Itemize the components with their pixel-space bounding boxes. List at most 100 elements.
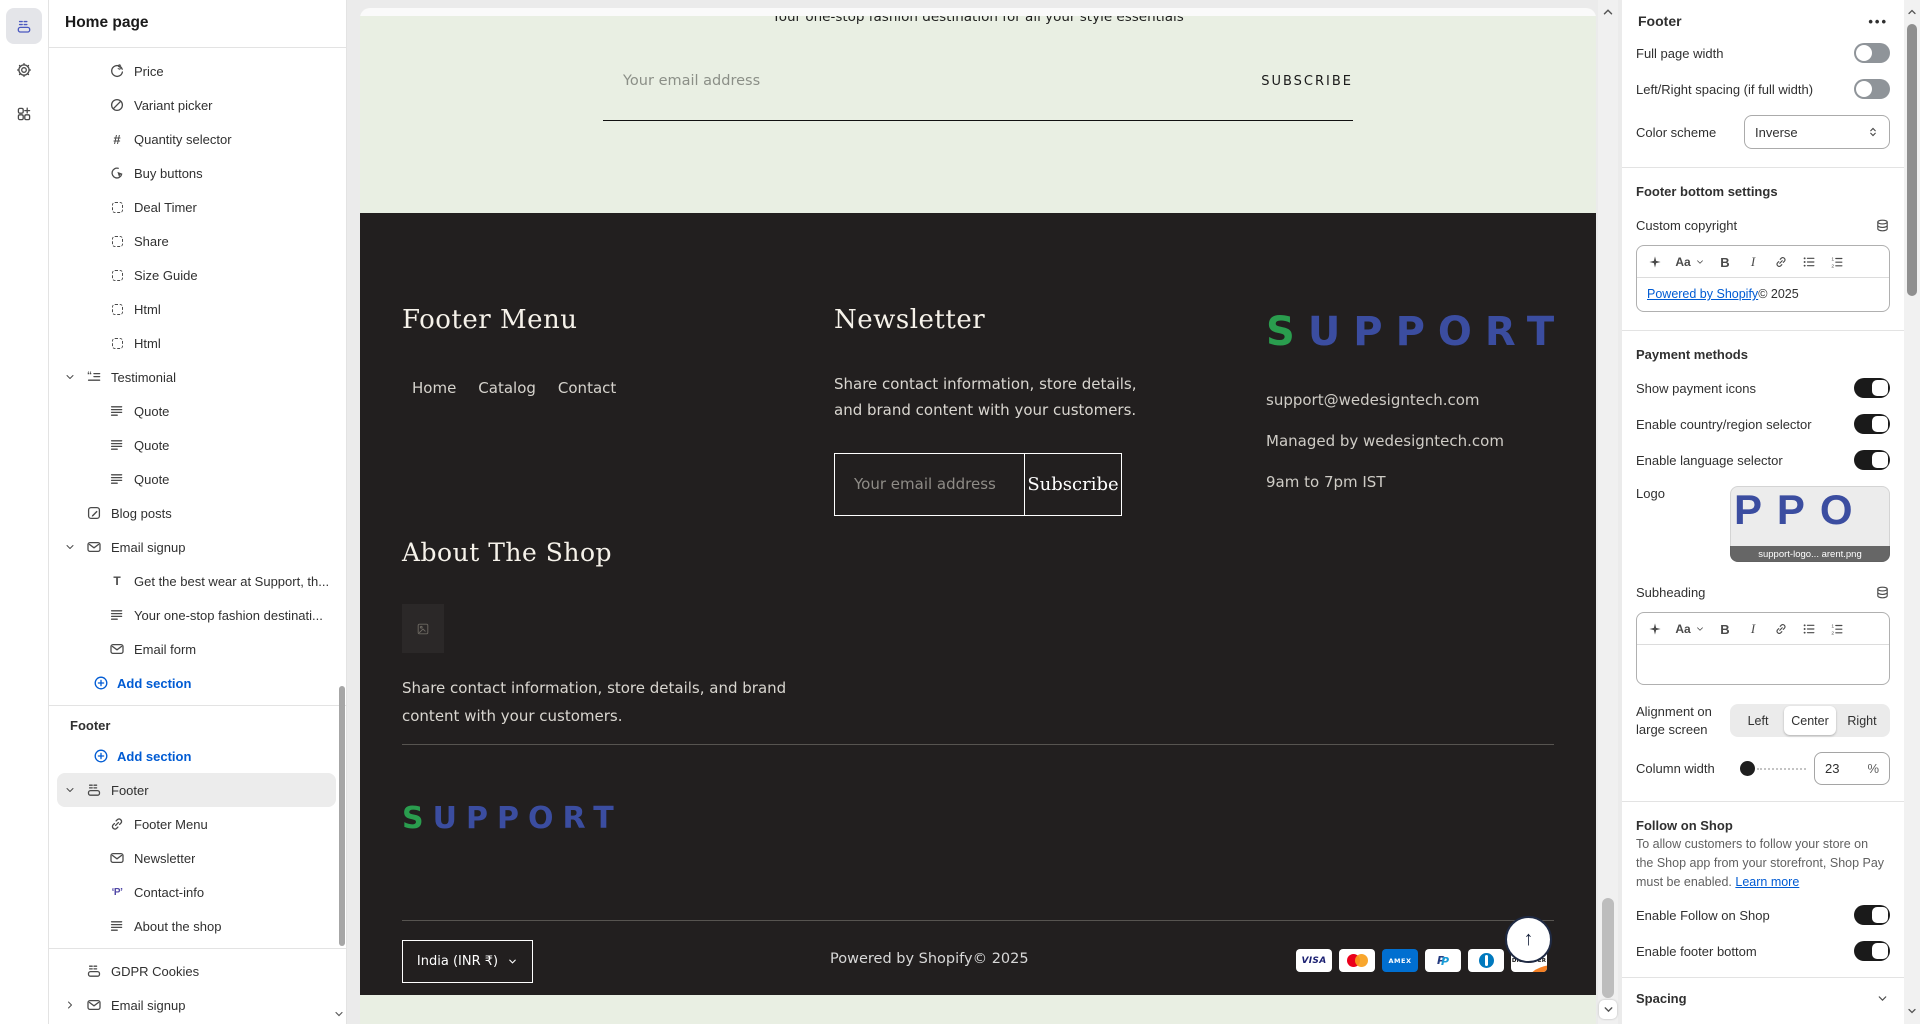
dynamic-source-icon[interactable]	[1874, 584, 1890, 600]
language-selector-toggle[interactable]	[1854, 450, 1890, 470]
sidebar-item-blog-posts[interactable]: Blog posts	[49, 496, 346, 530]
sections-sidebar: Home page $PriceVariant picker#Quantity …	[49, 0, 347, 1024]
sidebar-item-deal-timer[interactable]: Deal Timer	[49, 190, 346, 224]
numbered-list-icon[interactable]: 12	[1829, 254, 1845, 270]
newsletter-subscribe-button[interactable]: Subscribe	[1024, 454, 1121, 515]
text-style-icon[interactable]: Aa	[1675, 254, 1691, 270]
color-scheme-select[interactable]: Inverse	[1744, 115, 1890, 149]
richtext-toolbar: Aa BI 12	[1637, 246, 1889, 277]
custom-copyright-label: Custom copyright	[1636, 218, 1737, 233]
window-scrollbar[interactable]	[1904, 0, 1920, 1024]
sidebar-item-variant-picker[interactable]: Variant picker	[49, 88, 346, 122]
alignment-option-right[interactable]: Right	[1836, 706, 1888, 735]
full-page-width-toggle[interactable]	[1854, 43, 1890, 63]
chevron-small-icon[interactable]	[1695, 254, 1705, 270]
scroll-to-top-button[interactable]: ↑	[1505, 916, 1552, 963]
window-scrollbar-thumb[interactable]	[1907, 24, 1917, 296]
signup-email-input[interactable]	[603, 73, 1023, 89]
column-width-input[interactable]: 23%	[1814, 752, 1890, 785]
magic-icon[interactable]	[1647, 621, 1663, 637]
chevron-small-icon[interactable]	[1695, 621, 1705, 637]
window-scroll-down-icon[interactable]	[1906, 1004, 1918, 1022]
sidebar-item-get-the-best-wear-at-support-th[interactable]: TGet the best wear at Support, th...	[49, 564, 346, 598]
subheading-content[interactable]	[1637, 644, 1889, 684]
newsletter-email-input[interactable]	[835, 454, 1024, 515]
country-selector-toggle[interactable]	[1854, 414, 1890, 434]
sidebar-item-quantity-selector[interactable]: #Quantity selector	[49, 122, 346, 156]
sidebar-item-contact-info[interactable]: ‘P’Contact-info	[49, 875, 346, 909]
alignment-option-center[interactable]: Center	[1784, 706, 1836, 735]
sidebar-item-share[interactable]: Share	[49, 224, 346, 258]
sidebar-item-price[interactable]: $Price	[49, 54, 346, 88]
theme-settings-rail-button[interactable]	[6, 52, 42, 88]
italic-icon[interactable]: I	[1745, 254, 1761, 270]
bullet-list-icon[interactable]	[1801, 621, 1817, 637]
sidebar-item-email-signup[interactable]: Email signup	[49, 988, 346, 1022]
sidebar-item-buy-buttons[interactable]: Buy buttons	[49, 156, 346, 190]
powered-by-shopify-link[interactable]: Powered by Shopify	[1647, 287, 1758, 301]
bold-icon[interactable]: B	[1717, 254, 1733, 270]
subscribe-button[interactable]: SUBSCRIBE	[1261, 74, 1353, 89]
powered-by-text: Powered by Shopify© 2025	[830, 951, 1029, 967]
chevron-down-icon[interactable]	[62, 539, 78, 555]
bold-icon[interactable]: B	[1717, 621, 1733, 637]
preview-scrollbar[interactable]	[1598, 0, 1618, 1024]
sections-rail-button[interactable]	[6, 8, 42, 44]
text-style-icon[interactable]: Aa	[1675, 621, 1691, 637]
sidebar-item-newsletter[interactable]: Newsletter	[49, 841, 346, 875]
sidebar-item-testimonial[interactable]: “Testimonial	[49, 360, 346, 394]
add-section-button[interactable]: Add section	[49, 739, 346, 773]
bullet-list-icon[interactable]	[1801, 254, 1817, 270]
dynamic-source-icon[interactable]	[1874, 217, 1890, 233]
enable-follow-toggle[interactable]	[1854, 905, 1890, 925]
sidebar-item-about-the-shop[interactable]: About the shop	[49, 909, 346, 943]
link-tool-icon[interactable]	[1773, 621, 1789, 637]
alignment-option-left[interactable]: Left	[1732, 706, 1784, 735]
chevron-down-icon[interactable]	[62, 369, 78, 385]
numbered-list-icon[interactable]: 12	[1829, 621, 1845, 637]
sidebar-item-quote[interactable]: Quote	[49, 462, 346, 496]
logo-thumbnail[interactable]: P P O support-logo... arent.png	[1730, 486, 1890, 562]
sidebar-item-footer[interactable]: Footer	[57, 773, 336, 807]
sidebar-item-html[interactable]: Html	[49, 326, 346, 360]
enable-footer-bottom-toggle[interactable]	[1854, 941, 1890, 961]
footer-link-contact[interactable]: Contact	[558, 379, 616, 397]
app-embeds-rail-button[interactable]	[6, 96, 42, 132]
add-section-button[interactable]: Add section	[49, 666, 346, 700]
sidebar-item-footer-menu[interactable]: Footer Menu	[49, 807, 346, 841]
footer-link-catalog[interactable]: Catalog	[478, 379, 536, 397]
column-width-slider[interactable]	[1740, 761, 1806, 776]
sidebar-item-size-guide[interactable]: Size Guide	[49, 258, 346, 292]
sidebar-item-html[interactable]: Html	[49, 292, 346, 326]
country-selector[interactable]: India (INR ₹)	[402, 940, 533, 983]
sidebar-item-gdpr-cookies[interactable]: GDPR Cookies	[49, 954, 346, 988]
preview-scroll-down-icon[interactable]	[1599, 1000, 1617, 1019]
show-payment-icons-toggle[interactable]	[1854, 378, 1890, 398]
sidebar-item-email-signup[interactable]: Email signup	[49, 530, 346, 564]
magic-icon[interactable]	[1647, 254, 1663, 270]
alignment-label: Alignment on large screen	[1636, 703, 1728, 738]
chevron-right-icon[interactable]	[62, 997, 78, 1013]
italic-icon[interactable]: I	[1745, 621, 1761, 637]
sidebar-item-quote[interactable]: Quote	[49, 394, 346, 428]
footer-link-home[interactable]: Home	[412, 379, 456, 397]
link-tool-icon[interactable]	[1773, 254, 1789, 270]
chevron-down-icon[interactable]	[1874, 990, 1890, 1006]
preview-scrollbar-thumb[interactable]	[1602, 898, 1614, 998]
window-scroll-up-icon[interactable]	[1906, 5, 1918, 23]
lr-spacing-toggle[interactable]	[1854, 79, 1890, 99]
country-selector-label: Enable country/region selector	[1636, 417, 1812, 432]
chevron-down-icon[interactable]	[62, 782, 78, 798]
sidebar-scroll-down-icon[interactable]	[332, 1006, 346, 1022]
sidebar-item-email-form[interactable]: Email form	[49, 632, 346, 666]
chevron-spacer	[62, 505, 78, 521]
preview-scroll-up-icon[interactable]	[1601, 5, 1615, 24]
page-title: Home page	[49, 0, 346, 48]
learn-more-link[interactable]: Learn more	[1735, 875, 1799, 889]
custom-copyright-content[interactable]: Powered by Shopify© 2025	[1637, 277, 1889, 311]
sidebar-scrollbar-thumb[interactable]	[339, 686, 345, 946]
sidebar-item-your-one-stop-fashion-destinati[interactable]: Your one-stop fashion destinati...	[49, 598, 346, 632]
sidebar-item-quote[interactable]: Quote	[49, 428, 346, 462]
svg-text:1: 1	[1831, 256, 1834, 262]
more-options-button[interactable]: •••	[1868, 14, 1888, 29]
